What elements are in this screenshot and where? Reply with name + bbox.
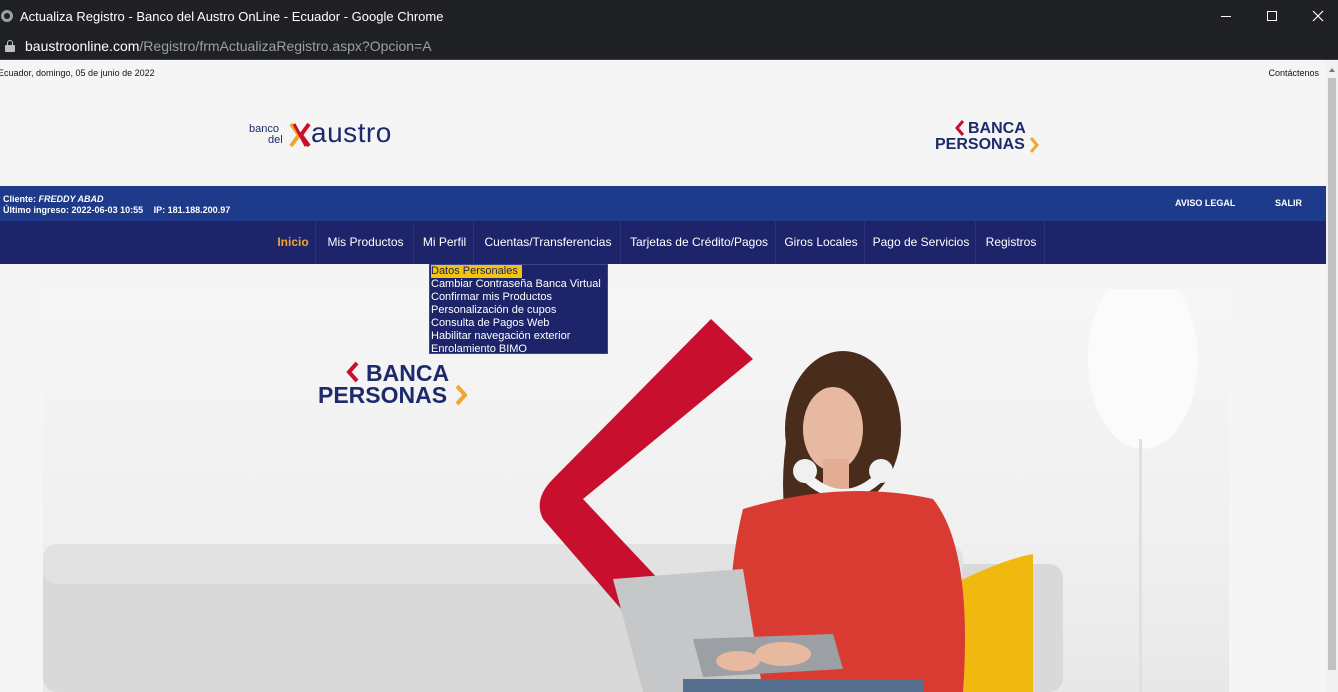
nav-mis-productos[interactable]: Mis Productos bbox=[318, 221, 414, 264]
client-info: Cliente: FREDDY ABAD bbox=[3, 194, 104, 204]
menu-personalizacion-cupos[interactable]: Personalización de cupos bbox=[431, 304, 556, 317]
nav-pago-servicios[interactable]: Pago de Servicios bbox=[867, 221, 976, 264]
client-label: Cliente: bbox=[3, 194, 37, 204]
chevron-left-red-icon bbox=[955, 120, 965, 136]
banco-del-austro-logo[interactable]: banco del austro bbox=[249, 118, 409, 152]
chevron-right-yellow-icon bbox=[1029, 137, 1039, 153]
site-favicon-icon bbox=[1, 10, 13, 22]
lock-icon bbox=[5, 39, 15, 52]
logo-text-austro: austro bbox=[311, 117, 392, 148]
hero-banner bbox=[43, 289, 1229, 692]
hero-illustration bbox=[43, 289, 1198, 692]
current-date: Ecuador, domingo, 05 de junio de 2022 bbox=[0, 68, 155, 78]
nav-tarjetas-credito-pagos[interactable]: Tarjetas de Crédito/Pagos bbox=[623, 221, 776, 264]
minimize-button[interactable] bbox=[1203, 0, 1249, 32]
personas-text: PERSONAS bbox=[935, 136, 1025, 153]
url-host: baustroonline.com bbox=[25, 37, 140, 54]
browser-titlebar: Actualiza Registro - Banco del Austro On… bbox=[0, 0, 1338, 32]
main-navigation: Inicio Mis Productos Mi Perfil Cuentas/T… bbox=[0, 221, 1326, 264]
client-name: FREDDY ABAD bbox=[38, 194, 104, 204]
menu-cambiar-contrasena[interactable]: Cambiar Contraseña Banca Virtual bbox=[431, 278, 601, 291]
close-window-button[interactable] bbox=[1295, 0, 1338, 32]
hero-personas-text: PERSONAS bbox=[318, 382, 448, 408]
address-bar[interactable]: baustroonline.com/Registro/frmActualizaR… bbox=[0, 32, 1338, 60]
close-icon bbox=[1312, 10, 1324, 22]
nav-mi-perfil[interactable]: Mi Perfil bbox=[416, 221, 474, 264]
minimize-icon bbox=[1221, 15, 1231, 17]
last-login-label: Último ingreso: bbox=[3, 205, 70, 215]
nav-giros-locales[interactable]: Giros Locales bbox=[778, 221, 865, 264]
menu-habilitar-navegacion-exterior[interactable]: Habilitar navegación exterior bbox=[431, 330, 570, 343]
ip-value: 181.188.200.97 bbox=[167, 205, 231, 215]
austro-x-mark-icon bbox=[289, 122, 311, 148]
hero-banca-personas-logo: BANCA PERSONAS bbox=[318, 360, 478, 410]
menu-confirmar-productos[interactable]: Confirmar mis Productos bbox=[431, 291, 552, 304]
hero-chevron-right-yellow-icon bbox=[455, 384, 468, 406]
page-content: Ecuador, domingo, 05 de junio de 2022 Co… bbox=[0, 60, 1326, 692]
mi-perfil-dropdown-menu: Datos Personales Cambiar Contraseña Banc… bbox=[429, 264, 608, 356]
url-path: /Registro/frmActualizaRegistro.aspx?Opci… bbox=[139, 37, 432, 54]
maximize-icon bbox=[1267, 11, 1277, 21]
contact-link[interactable]: Contáctenos bbox=[1268, 68, 1319, 78]
logout-link[interactable]: SALIR bbox=[1275, 198, 1302, 208]
banca-personas-logo: BANCA PERSONAS bbox=[935, 120, 1045, 156]
last-login-value: 2022-06-03 10:55 bbox=[71, 205, 144, 215]
client-info-bar: Cliente: FREDDY ABAD Último ingreso: 202… bbox=[0, 186, 1326, 221]
menu-enrolamiento-bimo[interactable]: Enrolamiento BIMO bbox=[431, 343, 527, 356]
maximize-button[interactable] bbox=[1249, 0, 1295, 32]
aviso-legal-link[interactable]: AVISO LEGAL bbox=[1175, 198, 1235, 208]
scrollbar-thumb[interactable] bbox=[1328, 78, 1336, 670]
nav-inicio[interactable]: Inicio bbox=[271, 221, 316, 264]
page-scrollbar[interactable] bbox=[1326, 60, 1338, 692]
last-login-info: Último ingreso: 2022-06-03 10:55 IP: 181… bbox=[3, 205, 230, 215]
ip-label: IP: bbox=[153, 205, 166, 215]
nav-registros[interactable]: Registros bbox=[978, 221, 1045, 264]
top-info-line: Ecuador, domingo, 05 de junio de 2022 Co… bbox=[0, 68, 1326, 82]
window-title: Actualiza Registro - Banco del Austro On… bbox=[20, 8, 444, 24]
menu-consulta-pagos-web[interactable]: Consulta de Pagos Web bbox=[431, 317, 549, 330]
logo-text-del: del bbox=[268, 134, 283, 146]
nav-cuentas-transferencias[interactable]: Cuentas/Transferencias bbox=[476, 221, 621, 264]
menu-datos-personales[interactable]: Datos Personales bbox=[431, 265, 522, 278]
url-text[interactable]: baustroonline.com/Registro/frmActualizaR… bbox=[25, 38, 432, 54]
hero-chevron-left-red-icon bbox=[346, 361, 359, 383]
scroll-up-arrow-icon[interactable] bbox=[1329, 68, 1335, 72]
